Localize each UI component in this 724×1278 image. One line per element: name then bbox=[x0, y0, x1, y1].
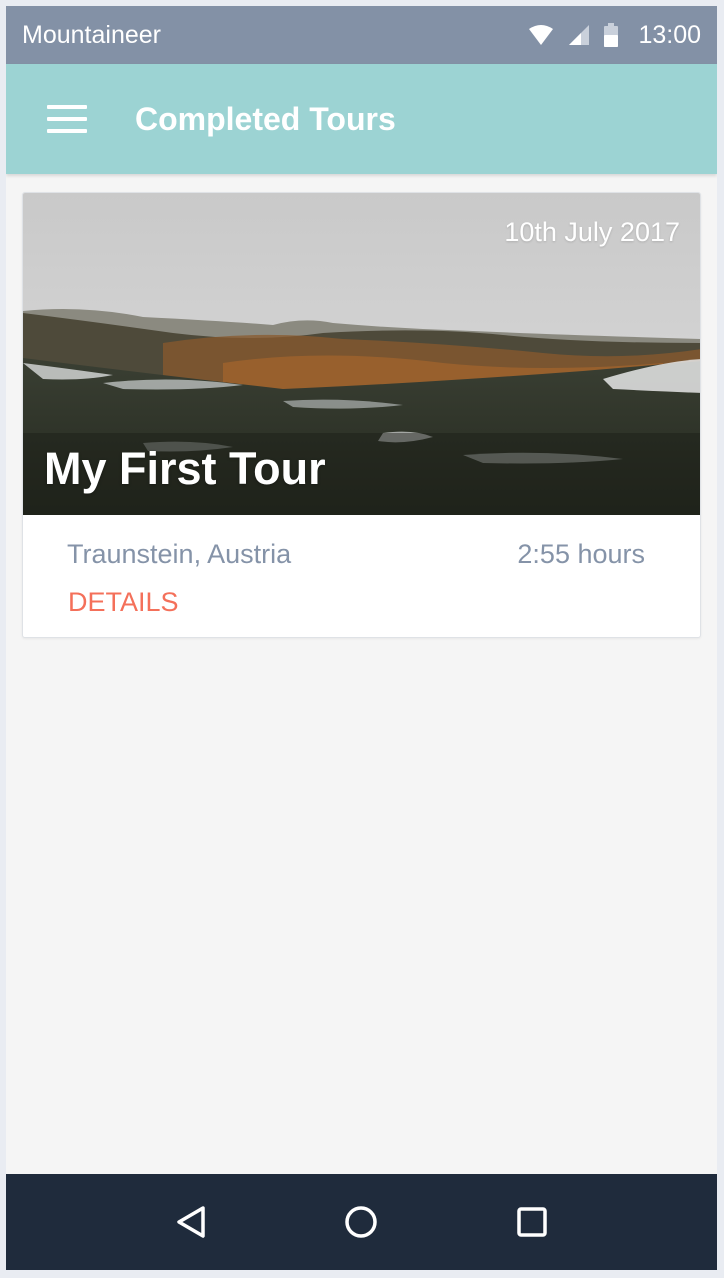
app-bar: Completed Tours bbox=[6, 64, 717, 174]
tour-card[interactable]: 10th July 2017 My First Tour Traunstein,… bbox=[22, 192, 701, 638]
home-circle-icon[interactable] bbox=[336, 1197, 386, 1247]
wifi-icon bbox=[528, 24, 554, 46]
back-triangle-icon[interactable] bbox=[166, 1197, 216, 1247]
status-icons: 13:00 bbox=[528, 21, 701, 50]
cellular-signal-icon bbox=[568, 24, 590, 46]
status-bar: Mountaineer 13:00 bbox=[6, 6, 717, 64]
phone-screen: Mountaineer 13:00 Completed Tours 10th J… bbox=[6, 6, 717, 1270]
tour-title: My First Tour bbox=[44, 443, 326, 494]
details-button[interactable]: DETAILS bbox=[68, 587, 179, 618]
tour-landscape-image: 10th July 2017 My First Tour bbox=[23, 193, 700, 515]
tour-location: Traunstein, Austria bbox=[67, 539, 292, 569]
tour-date: 10th July 2017 bbox=[504, 217, 680, 247]
page-title: Completed Tours bbox=[135, 100, 396, 137]
tour-info: Traunstein, Austria 2:55 hours DETAILS bbox=[23, 515, 700, 637]
battery-icon bbox=[604, 23, 619, 47]
hamburger-menu-icon[interactable] bbox=[47, 97, 91, 141]
tour-duration: 2:55 hours bbox=[517, 539, 645, 569]
status-app-name: Mountaineer bbox=[22, 20, 161, 49]
status-time: 13:00 bbox=[638, 20, 701, 49]
recents-square-icon[interactable] bbox=[507, 1197, 557, 1247]
system-navigation-bar bbox=[6, 1174, 717, 1270]
